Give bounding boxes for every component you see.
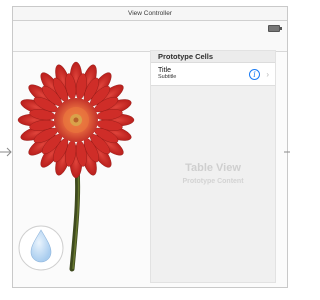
water-drop-icon — [18, 225, 64, 271]
cell-subtitle: Subtitle — [158, 74, 177, 80]
table-view-placeholder-subtitle: Prototype Content — [182, 178, 244, 185]
table-view-placeholder-title: Table View — [185, 162, 241, 174]
status-bar — [13, 21, 287, 52]
prototype-cell[interactable]: Title Subtitle i › — [151, 63, 275, 86]
segue-arrow-icon[interactable] — [284, 146, 290, 158]
flower-image[interactable] — [8, 57, 145, 272]
storyboard-canvas: View Controller Prototype Cells Title Su… — [0, 0, 290, 300]
table-view[interactable]: Prototype Cells Title Subtitle i › Table… — [150, 50, 276, 283]
chevron-right-icon: › — [266, 70, 269, 79]
info-icon[interactable]: i — [249, 69, 260, 80]
prototype-cells-header: Prototype Cells — [151, 51, 275, 63]
battery-icon — [268, 25, 282, 32]
scene-title[interactable]: View Controller — [13, 7, 287, 21]
